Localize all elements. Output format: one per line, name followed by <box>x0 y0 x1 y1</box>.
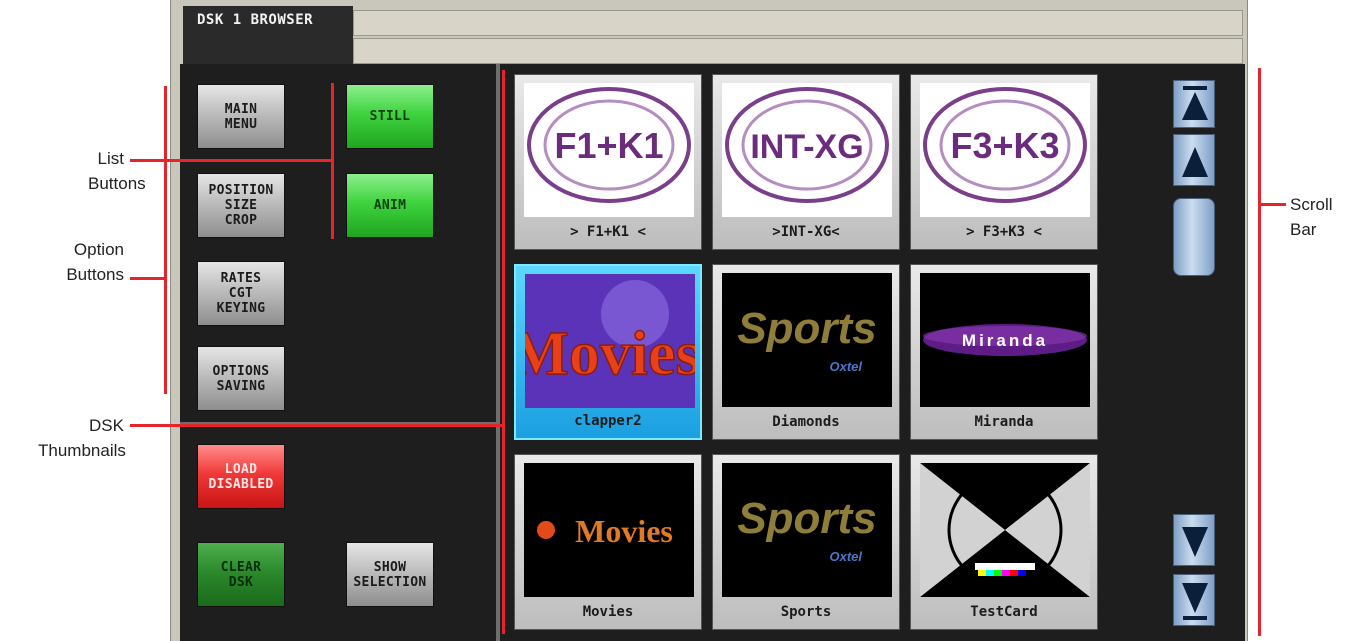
f1-k1-logo-text: F1+K1 <box>554 125 663 166</box>
option-buttons-leader <box>130 277 166 280</box>
up-arrow-icon <box>1182 147 1208 177</box>
scroll-to-top-button[interactable] <box>1173 80 1215 128</box>
thumbnail-testcard[interactable]: TestCard <box>910 454 1098 630</box>
clear-dsk-button[interactable]: CLEAR DSK <box>197 542 285 607</box>
miranda-image: Miranda <box>920 273 1090 407</box>
list-buttons-annotation: List Buttons <box>88 149 146 193</box>
tab-strip-bottom <box>353 38 1243 64</box>
int-xg-logo-text: INT-XG <box>750 128 863 166</box>
dsk-thumbnails-bracket <box>502 70 505 634</box>
movies-image-text: Movies <box>575 513 673 549</box>
thumbnail-label: Miranda <box>974 414 1034 430</box>
scroll-down-button[interactable] <box>1173 514 1215 566</box>
thumbnail-movies[interactable]: Movies Movies <box>514 454 702 630</box>
tab-strip-top <box>353 10 1243 36</box>
thumbnail-label: Movies <box>582 604 634 620</box>
show-selection-button[interactable]: SHOW SELECTION <box>346 542 434 607</box>
miranda-image-text: Miranda <box>962 331 1048 350</box>
scroll-bar-bracket <box>1258 68 1261 636</box>
thumbnail-f3-k3[interactable]: F3+K3 > F3+K3 < <box>910 74 1098 250</box>
thumbnail-int-xg[interactable]: INT-XG >INT-XG< <box>712 74 900 250</box>
list-buttons-leader <box>130 159 334 162</box>
option-buttons-bracket <box>164 86 167 394</box>
thumbnail-miranda[interactable]: Miranda Miranda <box>910 264 1098 440</box>
load-disabled-button[interactable]: LOAD DISABLED <box>197 444 285 509</box>
rates-cgt-keying-button[interactable]: RATES CGT KEYING <box>197 261 285 326</box>
options-saving-button[interactable]: OPTIONS SAVING <box>197 346 285 411</box>
thumbnail-label: Sports <box>780 604 832 620</box>
thumbnail-f1-k1[interactable]: F1+K1 > F1+K1 < <box>514 74 702 250</box>
diamonds-image: Sports Oxtel <box>722 273 892 407</box>
double-up-arrow-icon <box>1182 86 1208 120</box>
sports-image-subtext: Oxtel <box>829 549 862 564</box>
anim-list-button[interactable]: ANIM <box>346 173 434 238</box>
scroll-up-button[interactable] <box>1173 134 1215 186</box>
still-list-button[interactable]: STILL <box>346 84 434 149</box>
scroll-bar-leader <box>1258 203 1286 206</box>
browser-panel: MAIN MENU POSITION SIZE CROP RATES CGT K… <box>180 64 1245 641</box>
f3-k3-logo: F3+K3 <box>920 83 1090 217</box>
movies-image: Movies <box>524 463 694 597</box>
sports-image: Sports Oxtel <box>722 463 892 597</box>
thumbnail-label: clapper2 <box>574 413 642 429</box>
sports-image-text: Sports <box>737 494 876 543</box>
thumbnail-diamonds[interactable]: Sports Oxtel Diamonds <box>712 264 900 440</box>
dsk-thumbnails-annotation: DSK Thumbnails <box>38 416 126 460</box>
option-buttons-annotation: Option Buttons <box>66 240 124 284</box>
position-size-crop-button[interactable]: POSITION SIZE CROP <box>197 173 285 238</box>
clapper2-image-text: Movies <box>525 320 695 388</box>
main-menu-button[interactable]: MAIN MENU <box>197 84 285 149</box>
scroll-bar-annotation: Scroll Bar <box>1290 195 1333 239</box>
double-down-arrow-icon <box>1182 583 1208 620</box>
thumbnail-sports[interactable]: Sports Oxtel Sports <box>712 454 900 630</box>
testcard-image <box>920 463 1090 597</box>
thumbnail-label: Diamonds <box>772 414 840 430</box>
dsk-thumbnails-leader <box>130 424 505 427</box>
diamonds-image-subtext: Oxtel <box>829 359 862 374</box>
tab-dsk-1-browser[interactable]: DSK 1 BROWSER <box>183 6 353 66</box>
thumbnail-label: > F3+K3 < <box>966 224 1042 240</box>
scroll-to-bottom-button[interactable] <box>1173 574 1215 626</box>
f3-k3-logo-text: F3+K3 <box>950 125 1059 166</box>
clapper2-image: Movies <box>525 274 695 408</box>
thumbnail-label: TestCard <box>970 604 1038 620</box>
down-arrow-icon <box>1182 527 1208 557</box>
thumbnail-label: >INT-XG< <box>772 224 840 240</box>
f1-k1-logo: F1+K1 <box>524 83 694 217</box>
panel-divider-vertical <box>496 64 500 641</box>
scroll-thumb[interactable] <box>1173 198 1215 276</box>
diamonds-image-text: Sports <box>737 304 876 353</box>
thumbnail-clapper2[interactable]: Movies clapper2 <box>514 264 702 440</box>
int-xg-logo: INT-XG <box>722 83 892 217</box>
thumbnail-label: > F1+K1 < <box>570 224 646 240</box>
